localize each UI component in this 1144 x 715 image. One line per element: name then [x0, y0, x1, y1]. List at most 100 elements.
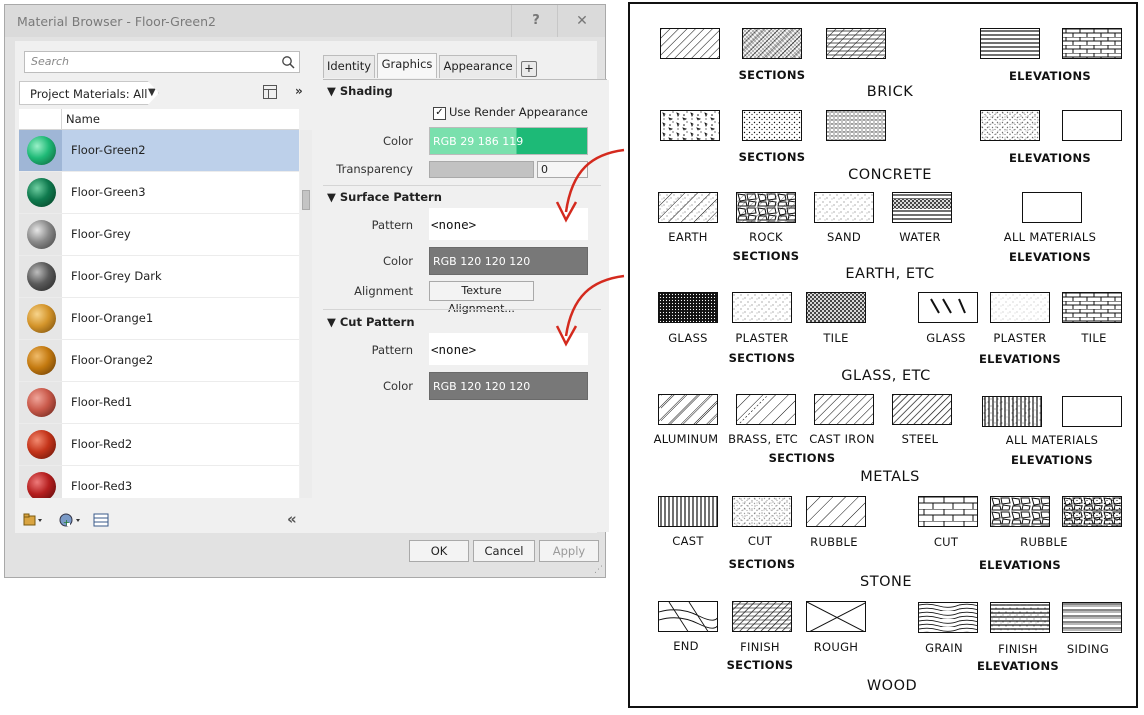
list-item[interactable]: Floor-Red1: [19, 382, 299, 424]
wood-finish-elevation-swatch: [990, 602, 1050, 633]
tab-graphics[interactable]: Graphics: [377, 53, 437, 78]
wood-sections-label: SECTIONS: [726, 658, 794, 672]
list-item[interactable]: Floor-Orange1: [19, 298, 299, 340]
list-item[interactable]: Floor-Green3: [19, 172, 299, 214]
earth-sections-label: SECTIONS: [732, 249, 800, 263]
wood-rough-label: ROUGH: [813, 640, 859, 654]
material-list-header[interactable]: Name: [19, 109, 299, 130]
metals-all-materials-label: ALL MATERIALS: [1005, 433, 1099, 447]
sand-label: SAND: [826, 230, 862, 244]
editor-tabs: Identity Graphics Appearance +: [323, 51, 599, 79]
glass-group-title: GLASS, ETC: [841, 368, 931, 384]
stone-group-title: STONE: [860, 574, 912, 590]
cut-pattern-section-header[interactable]: ▼ Cut Pattern: [327, 315, 415, 329]
list-item[interactable]: Floor-Orange2: [19, 340, 299, 382]
wood-group-title: WOOD: [866, 678, 918, 694]
dialog-title: Material Browser - Floor-Green2: [17, 14, 216, 29]
material-editor-icon[interactable]: [93, 513, 109, 530]
transparency-slider[interactable]: [429, 161, 534, 178]
search-icon[interactable]: [281, 54, 295, 73]
material-swatch: [19, 298, 62, 339]
collapse-pane-icon[interactable]: «: [287, 510, 297, 528]
wood-end-swatch: [658, 601, 718, 632]
brick-group-title: BRICK: [866, 84, 914, 100]
brick-elevation-swatch-1: [980, 28, 1040, 59]
cut-stone-section-swatch: [732, 496, 792, 527]
list-scrollbar[interactable]: [300, 130, 312, 498]
earth-swatch: [658, 192, 718, 223]
rock-swatch: [736, 192, 796, 223]
material-swatch: [19, 130, 62, 171]
cast-stone-swatch: [658, 496, 718, 527]
search-input[interactable]: Search: [24, 51, 300, 73]
cut-color-swatch[interactable]: RGB 120 120 120: [429, 372, 588, 400]
shading-section-header[interactable]: ▼ Shading: [327, 84, 393, 98]
shading-color-label: Color: [382, 134, 413, 148]
plaster-elevation-swatch: [990, 292, 1050, 323]
rock-label: ROCK: [749, 230, 783, 244]
add-asset-button[interactable]: +: [521, 61, 537, 77]
library-filter-dropdown[interactable]: Project Materials: All ▼: [19, 81, 159, 105]
tile-elevation-label: TILE: [1081, 331, 1107, 345]
sand-swatch: [814, 192, 874, 223]
resize-grip-icon[interactable]: ⋰: [594, 565, 603, 575]
wood-grain-label: GRAIN: [925, 641, 963, 655]
surface-pattern-title: Surface Pattern: [339, 190, 442, 204]
metals-sections-label: SECTIONS: [768, 451, 836, 465]
wood-end-label: END: [673, 639, 699, 653]
scrollbar-thumb[interactable]: [302, 190, 310, 210]
material-list[interactable]: Floor-Green2 Floor-Green3 Floor-Grey Flo…: [19, 130, 299, 498]
glass-elevations-label: ELEVATIONS: [979, 352, 1061, 366]
list-item[interactable]: Floor-Grey: [19, 214, 299, 256]
water-label: WATER: [899, 230, 941, 244]
earth-elevations-label: ELEVATIONS: [1009, 250, 1091, 264]
material-name: Floor-Orange1: [71, 311, 154, 325]
steel-swatch: [892, 394, 952, 425]
wood-rough-swatch: [806, 601, 866, 632]
material-sphere-icon: [27, 388, 56, 417]
earth-all-materials-swatch: [1022, 192, 1082, 223]
column-name-header: Name: [66, 112, 100, 126]
cast-iron-label: CAST IRON: [809, 432, 875, 446]
brick-section-swatch-3: [826, 28, 886, 59]
shading-color-value: RGB 29 186 119: [433, 135, 524, 148]
tab-identity[interactable]: Identity: [323, 55, 375, 78]
surface-color-label: Color: [382, 254, 413, 268]
title-bar[interactable]: Material Browser - Floor-Green2 ? ✕: [5, 5, 605, 37]
wood-elevations-label: ELEVATIONS: [977, 659, 1059, 673]
aluminum-label: ALUMINUM: [653, 432, 719, 446]
apply-button[interactable]: Apply: [539, 540, 599, 562]
surface-pattern-section-header[interactable]: ▼ Surface Pattern: [327, 190, 442, 204]
create-material-icon[interactable]: +: [59, 513, 81, 530]
use-render-appearance-checkbox[interactable]: ✓: [433, 107, 446, 120]
material-sphere-icon: [27, 220, 56, 249]
library-filter-label: Project Materials: All: [30, 87, 148, 101]
list-item[interactable]: Floor-Grey Dark: [19, 256, 299, 298]
hatch-pattern-sheet: SECTIONS ELEVATIONS BRICK SECTIONS ELEVA…: [628, 2, 1138, 708]
list-item[interactable]: Floor-Green2: [19, 130, 299, 172]
material-sphere-icon: [27, 472, 56, 498]
material-sphere-icon: [27, 346, 56, 375]
list-item[interactable]: Floor-Red2: [19, 424, 299, 466]
library-folder-icon[interactable]: [23, 513, 43, 530]
ok-button[interactable]: OK: [409, 540, 469, 562]
tab-appearance[interactable]: Appearance: [439, 55, 517, 78]
list-toolbar: + «: [19, 510, 309, 531]
panel-toggle-icon[interactable]: [263, 85, 277, 99]
wood-grain-swatch: [918, 602, 978, 633]
material-name: Floor-Grey Dark: [71, 269, 162, 283]
help-button[interactable]: ?: [511, 5, 560, 37]
close-button[interactable]: ✕: [557, 5, 606, 37]
brick-section-swatch-2: [742, 28, 802, 59]
list-item[interactable]: Floor-Red3: [19, 466, 299, 498]
wood-finish-section-swatch: [732, 601, 792, 632]
material-name: Floor-Orange2: [71, 353, 154, 367]
texture-alignment-button[interactable]: Texture Alignment...: [429, 281, 534, 315]
cancel-button[interactable]: Cancel: [473, 540, 535, 562]
metals-elevation-swatch-1: [982, 396, 1042, 427]
cut-pattern-title: Cut Pattern: [339, 315, 415, 329]
earth-all-materials-label: ALL MATERIALS: [1003, 230, 1097, 244]
shading-title: Shading: [339, 84, 393, 98]
concrete-section-swatch-1: [660, 110, 720, 141]
more-options-icon[interactable]: »: [295, 84, 303, 98]
